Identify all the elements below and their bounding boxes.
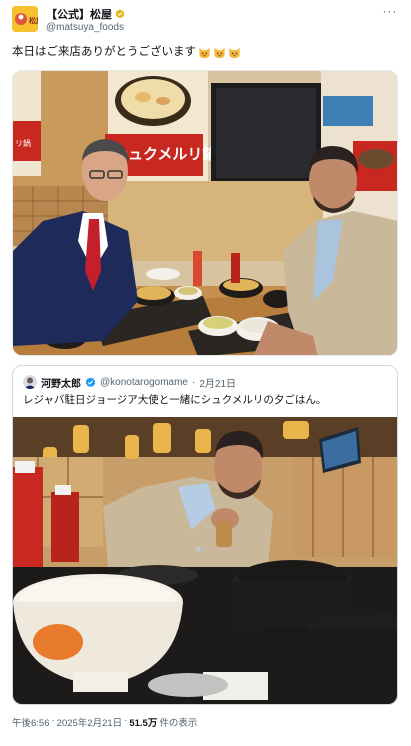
view-count-label: 件の表示 (159, 718, 198, 729)
display-name[interactable]: 【公式】松屋 (46, 6, 112, 22)
separator-dot: · (124, 715, 128, 726)
more-options-icon[interactable]: ··· (381, 5, 399, 20)
quoted-tweet-header: 河野太郎 @konotarogomame · 2月21日 (23, 374, 236, 390)
svg-text:リ鍋: リ鍋 (15, 138, 31, 148)
tweet-meta: 午後6:56 · 2025年2月21日 · 51.5万 件の表示 (12, 715, 197, 729)
verified-badge-icon (115, 9, 125, 19)
tweet-text: 本日はご来店ありがとうございます (12, 44, 399, 60)
quoted-tweet-photo[interactable] (13, 417, 397, 704)
quoted-handle: @konotarogomame (100, 376, 188, 388)
quoted-avatar (23, 375, 37, 389)
tweet-header: 松屋 【公式】松屋 @matsuya_foods ··· (12, 5, 399, 36)
quoted-tweet[interactable]: 河野太郎 @konotarogomame · 2月21日 レジャバ駐日ジョージア… (12, 365, 398, 705)
quoted-display-name: 河野太郎 (41, 378, 81, 390)
tweet-time[interactable]: 午後6:56 (12, 715, 50, 729)
tweet-date[interactable]: 2025年2月21日 (57, 715, 122, 729)
tweet-photo[interactable]: リ鍋 シュクメルリ鍋 (12, 70, 398, 356)
view-count[interactable]: 51.5万 (129, 715, 157, 729)
quoted-date: 2月21日 (199, 378, 237, 390)
account-avatar[interactable]: 松屋 (12, 6, 38, 32)
cat-face-emoji-icon (229, 47, 240, 58)
account-handle[interactable]: @matsuya_foods (46, 22, 124, 33)
quoted-tweet-text: レジャバ駐日ジョージア大使と一緒にシュクメルリの夕ごはん。 (23, 394, 327, 406)
cat-face-emoji-icon (214, 47, 225, 58)
verified-badge-icon (85, 376, 96, 387)
tweet-body: 本日はご来店ありがとうございます (12, 46, 196, 58)
separator-dot: · (191, 376, 196, 388)
separator-dot: · (51, 715, 55, 726)
cat-face-emoji-icon (199, 47, 210, 58)
avatar-logo-text: 松屋 (29, 16, 38, 25)
